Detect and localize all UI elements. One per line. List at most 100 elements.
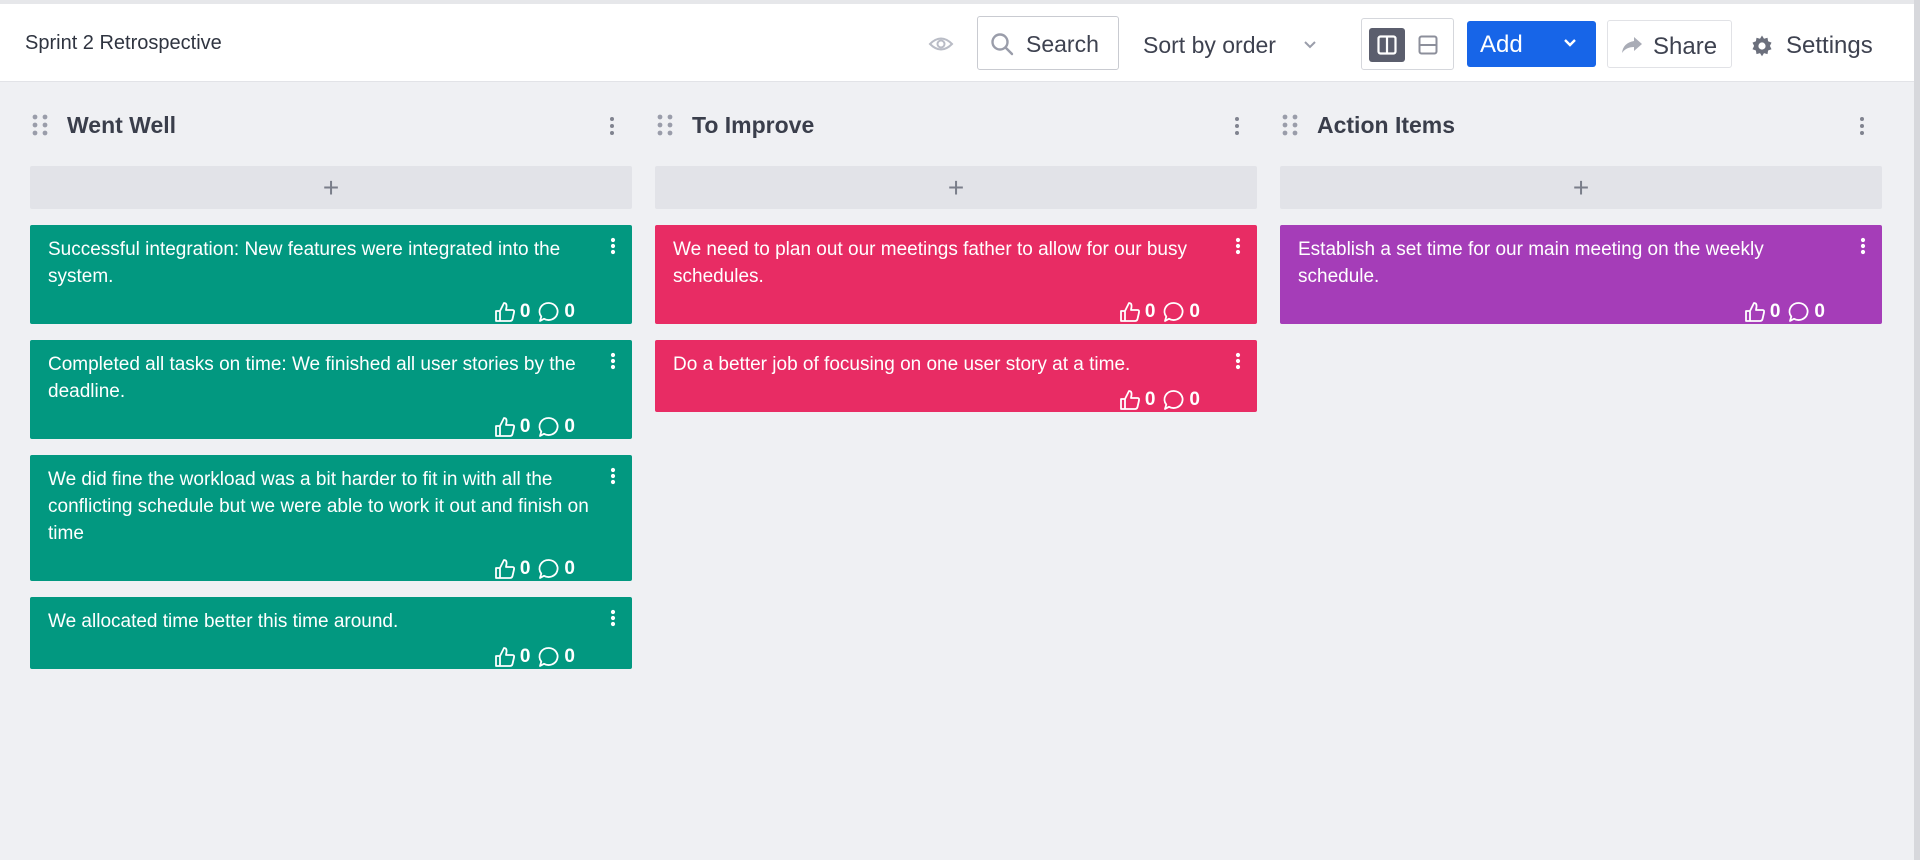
comment-count: 0	[1814, 301, 1825, 322]
column-action-items: Action Items + Establish a set time for …	[1280, 100, 1882, 324]
rows-view-icon	[1418, 35, 1438, 55]
sort-dropdown[interactable]: Sort by order	[1143, 32, 1316, 59]
card-text: We did fine the workload was a bit harde…	[48, 469, 589, 544]
comment-count: 0	[564, 416, 575, 437]
like-count: 0	[519, 646, 531, 667]
plus-icon: +	[1572, 172, 1590, 203]
drag-handle-icon[interactable]	[655, 112, 675, 138]
card-text: We need to plan out our meetings father …	[673, 239, 1188, 287]
comment-icon[interactable]	[538, 646, 560, 668]
comment-count: 0	[1189, 301, 1200, 322]
card-stats: 0 0	[48, 547, 590, 581]
comment-count: 0	[1189, 389, 1200, 410]
plus-icon: +	[322, 172, 340, 203]
share-button[interactable]: Share	[1607, 20, 1732, 68]
column-title: Action Items	[1317, 112, 1456, 138]
column-header: Went Well	[30, 100, 632, 152]
card[interactable]: We need to plan out our meetings father …	[655, 225, 1257, 324]
card-text: Completed all tasks on time: We finished…	[48, 354, 576, 402]
column-header: Action Items	[1280, 100, 1882, 152]
column-to-improve: To Improve + We need to plan out our mee…	[655, 100, 1257, 412]
like-count: 0	[1144, 389, 1156, 410]
board-header: Sprint 2 Retrospective Search Sort by or…	[0, 4, 1914, 82]
add-card-button[interactable]: +	[655, 166, 1257, 209]
add-button[interactable]: Add	[1467, 21, 1596, 67]
more-vertical-icon[interactable]	[1234, 116, 1240, 136]
like-count: 0	[1769, 301, 1781, 322]
card[interactable]: We did fine the workload was a bit harde…	[30, 455, 632, 581]
more-vertical-icon[interactable]	[609, 116, 615, 136]
card-stats: 0 0	[48, 635, 590, 669]
chevron-down-icon	[1304, 41, 1316, 49]
more-vertical-icon[interactable]	[610, 237, 616, 255]
drag-handle-icon[interactable]	[30, 112, 50, 138]
settings-label: Settings	[1786, 32, 1873, 59]
share-label: Share	[1653, 33, 1718, 60]
comment-icon[interactable]	[1163, 301, 1185, 323]
search-label: Search	[1026, 31, 1099, 57]
share-icon	[1622, 37, 1642, 53]
add-label: Add	[1480, 31, 1523, 58]
thumbs-up-icon[interactable]	[494, 301, 516, 323]
card[interactable]: Completed all tasks on time: We finished…	[30, 340, 632, 439]
eye-icon[interactable]	[928, 34, 954, 54]
more-vertical-icon[interactable]	[1859, 116, 1865, 136]
more-vertical-icon[interactable]	[1860, 237, 1866, 255]
card-stats: 0 0	[48, 405, 590, 439]
comment-count: 0	[564, 558, 575, 579]
card-stats: 0 0	[48, 290, 590, 324]
search-icon	[991, 33, 1014, 56]
thumbs-up-icon[interactable]	[494, 646, 516, 668]
like-count: 0	[519, 416, 531, 437]
card-text: Do a better job of focusing on one user …	[673, 354, 1131, 375]
card[interactable]: Successful integration: New features wer…	[30, 225, 632, 324]
card-text: Establish a set time for our main meetin…	[1298, 239, 1764, 287]
card[interactable]: Establish a set time for our main meetin…	[1280, 225, 1882, 324]
sort-label: Sort by order	[1143, 32, 1276, 58]
comment-icon[interactable]	[1163, 389, 1185, 411]
thumbs-up-icon[interactable]	[494, 416, 516, 438]
add-card-button[interactable]: +	[1280, 166, 1882, 209]
card-stats: 0 0	[1298, 290, 1840, 324]
column-went-well: Went Well + Successful integration: New …	[30, 100, 632, 669]
drag-handle-icon[interactable]	[1280, 112, 1300, 138]
column-title: Went Well	[67, 112, 177, 138]
like-count: 0	[1144, 301, 1156, 322]
thumbs-up-icon[interactable]	[1119, 301, 1141, 323]
comment-icon[interactable]	[538, 301, 560, 323]
comment-icon[interactable]	[538, 416, 560, 438]
chevron-down-icon[interactable]	[1563, 38, 1577, 48]
card-text: We allocated time better this time aroun…	[48, 611, 399, 632]
thumbs-up-icon[interactable]	[1744, 301, 1766, 323]
search-button[interactable]: Search	[977, 16, 1119, 70]
card[interactable]: Do a better job of focusing on one user …	[655, 340, 1257, 412]
more-vertical-icon[interactable]	[610, 609, 616, 627]
card-text: Successful integration: New features wer…	[48, 239, 561, 287]
add-card-button[interactable]: +	[30, 166, 632, 209]
like-count: 0	[519, 558, 531, 579]
view-toggle	[1361, 18, 1454, 70]
like-count: 0	[519, 301, 531, 322]
comment-icon[interactable]	[1788, 301, 1810, 323]
comment-icon[interactable]	[538, 558, 560, 580]
card[interactable]: We allocated time better this time aroun…	[30, 597, 632, 669]
rows-view-button[interactable]	[1418, 35, 1438, 60]
columns-view-button[interactable]	[1369, 28, 1405, 62]
column-header: To Improve	[655, 100, 1257, 152]
board-title: Sprint 2 Retrospective	[25, 32, 222, 54]
column-title: To Improve	[692, 112, 815, 138]
gear-icon	[1752, 35, 1772, 57]
more-vertical-icon[interactable]	[610, 352, 616, 370]
columns-view-icon	[1377, 35, 1397, 55]
window-scrollbar[interactable]	[1914, 0, 1920, 860]
more-vertical-icon[interactable]	[610, 467, 616, 485]
more-vertical-icon[interactable]	[1235, 352, 1241, 370]
plus-icon: +	[947, 172, 965, 203]
more-vertical-icon[interactable]	[1235, 237, 1241, 255]
comment-count: 0	[564, 301, 575, 322]
thumbs-up-icon[interactable]	[494, 558, 516, 580]
card-stats: 0 0	[673, 290, 1215, 324]
thumbs-up-icon[interactable]	[1119, 389, 1141, 411]
card-stats: 0 0	[673, 378, 1215, 412]
comment-count: 0	[564, 646, 575, 667]
